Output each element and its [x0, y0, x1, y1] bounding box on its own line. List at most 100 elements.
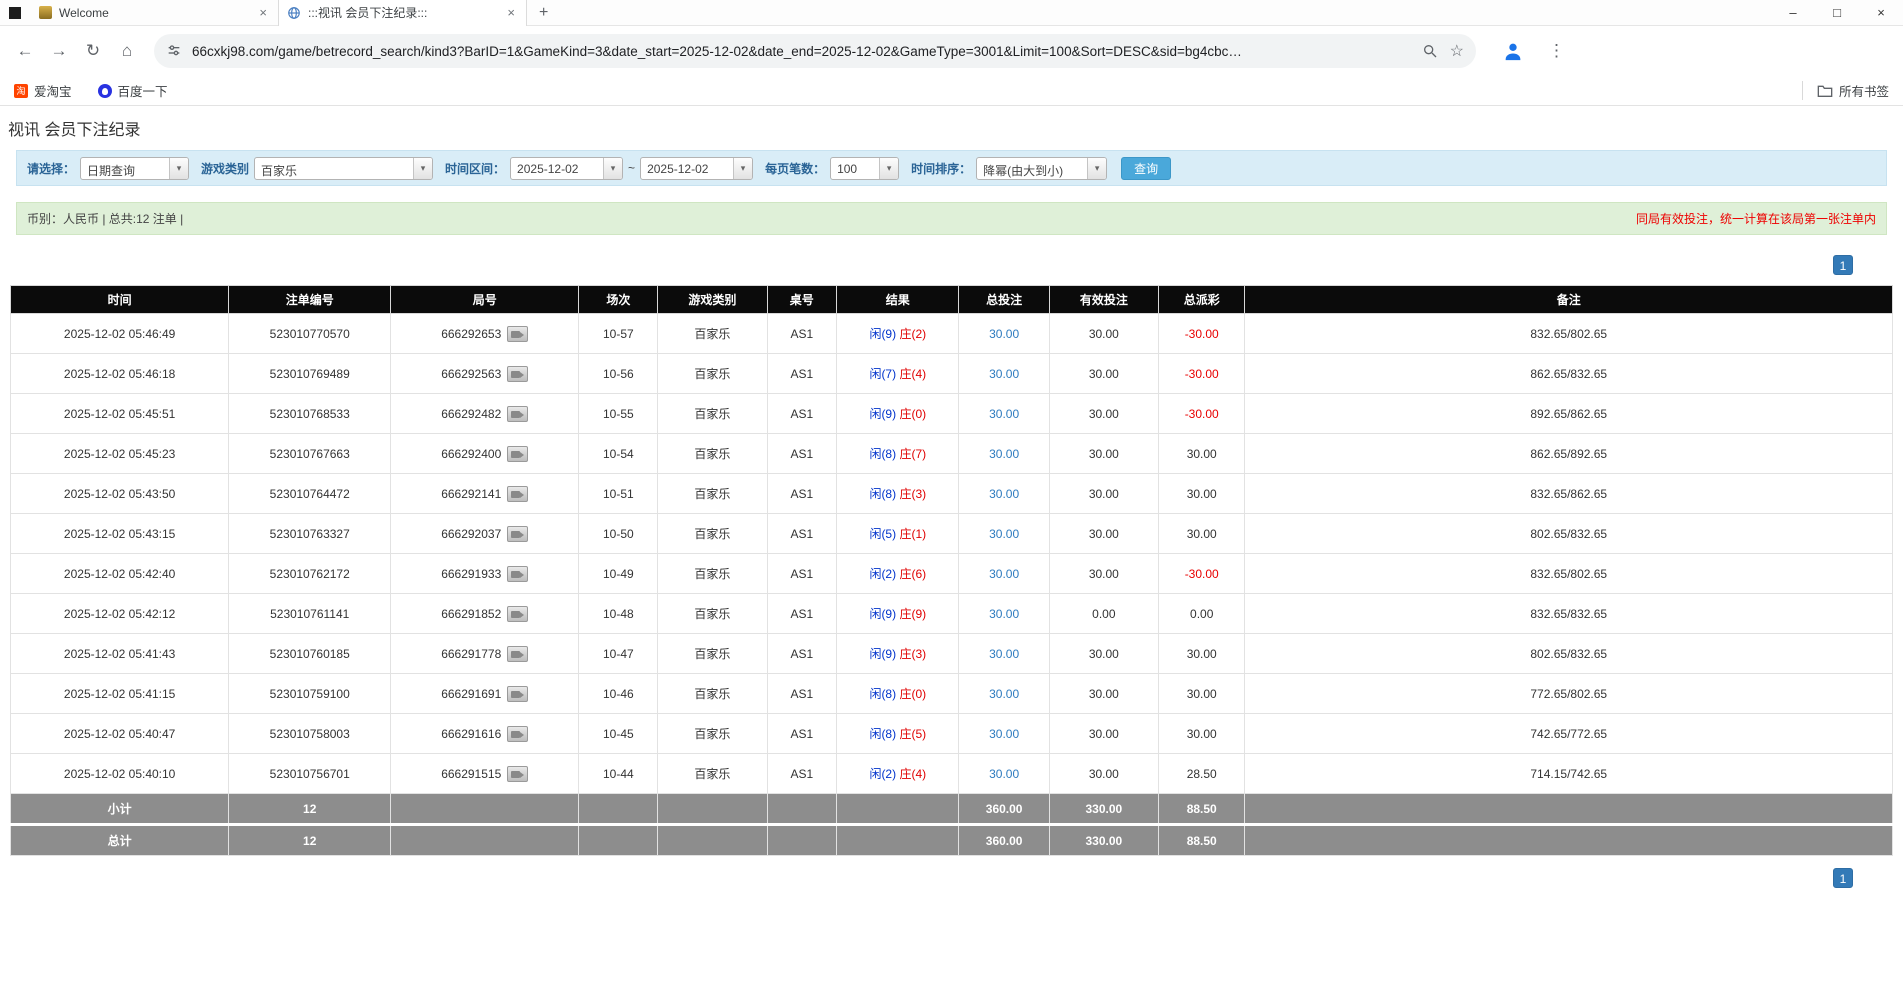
globe-favicon: [287, 6, 301, 20]
tab-close-icon[interactable]: ×: [504, 5, 518, 20]
summary-total-bet: 360.00: [959, 825, 1049, 856]
cell-game-type: 百家乐: [658, 394, 767, 434]
cell-round-id: 666292400: [391, 434, 579, 474]
result-player: 闲(8): [869, 687, 896, 701]
cell-note: 832.65/802.65: [1245, 314, 1893, 354]
total-bet-link[interactable]: 30.00: [989, 727, 1019, 741]
cell-bet-id: 523010761141: [229, 594, 391, 634]
cell-total-bet: 30.00: [959, 754, 1049, 794]
total-bet-link[interactable]: 30.00: [989, 527, 1019, 541]
date-start-input[interactable]: 2025-12-02 ▾: [510, 157, 623, 180]
summary-payout: 88.50: [1158, 794, 1245, 825]
query-type-select[interactable]: 日期查询 ▾: [80, 157, 189, 180]
round-number: 666291933: [441, 567, 501, 581]
page-1-button[interactable]: 1: [1833, 255, 1853, 275]
cell-result: 闲(9) 庄(9): [837, 594, 959, 634]
home-icon[interactable]: ⌂: [112, 36, 142, 66]
chevron-down-icon[interactable]: ▾: [1087, 158, 1106, 179]
total-bet-link[interactable]: 30.00: [989, 687, 1019, 701]
chevron-down-icon[interactable]: ▾: [879, 158, 898, 179]
video-replay-icon[interactable]: [507, 526, 528, 542]
result-player: 闲(9): [869, 327, 896, 341]
tab-bet-records[interactable]: :::视讯 会员下注纪录::: ×: [279, 0, 527, 26]
cell-round-id: 666292563: [391, 354, 579, 394]
video-replay-icon[interactable]: [507, 606, 528, 622]
column-header: 总派彩: [1158, 286, 1245, 314]
forward-icon[interactable]: →: [44, 36, 74, 66]
round-number: 666291778: [441, 647, 501, 661]
video-replay-icon[interactable]: [507, 566, 528, 582]
cell-valid-bet: 30.00: [1049, 514, 1158, 554]
bookmark-baidu[interactable]: 百度一下: [98, 81, 168, 100]
back-icon[interactable]: ←: [10, 36, 40, 66]
round-number: 666291691: [441, 687, 501, 701]
chevron-down-icon[interactable]: ▾: [733, 158, 752, 179]
reload-icon[interactable]: ↻: [78, 36, 108, 66]
total-bet-link[interactable]: 30.00: [989, 487, 1019, 501]
site-info-icon[interactable]: [166, 43, 182, 59]
cell-result: 闲(7) 庄(4): [837, 354, 959, 394]
summary-count: 12: [229, 825, 391, 856]
video-replay-icon[interactable]: [507, 406, 528, 422]
total-bet-link[interactable]: 30.00: [989, 447, 1019, 461]
close-button[interactable]: ×: [1859, 0, 1903, 26]
total-bet-link[interactable]: 30.00: [989, 407, 1019, 421]
cell-total-bet: 30.00: [959, 434, 1049, 474]
table-row: 2025-12-02 05:41:15523010759100666291691…: [11, 674, 1893, 714]
cell-result: 闲(2) 庄(6): [837, 554, 959, 594]
video-replay-icon[interactable]: [507, 446, 528, 462]
query-type-value: 日期查询: [81, 158, 169, 179]
search-button[interactable]: 查询: [1121, 157, 1171, 180]
profile-avatar-icon[interactable]: [1502, 40, 1524, 62]
cell-round-id: 666291933: [391, 554, 579, 594]
browser-menu-icon[interactable]: ⋮: [1542, 41, 1571, 61]
url-text[interactable]: 66cxkj98.com/game/betrecord_search/kind3…: [192, 44, 1410, 59]
tab-close-icon[interactable]: ×: [256, 5, 270, 20]
video-replay-icon[interactable]: [507, 766, 528, 782]
summary-count: 12: [229, 794, 391, 825]
round-number: 666292037: [441, 527, 501, 541]
date-end-input[interactable]: 2025-12-02 ▾: [640, 157, 753, 180]
total-bet-link[interactable]: 30.00: [989, 367, 1019, 381]
result-banker: 庄(3): [899, 647, 926, 661]
bookmark-taobao[interactable]: 淘 爱淘宝: [14, 81, 72, 100]
bookmark-star-icon[interactable]: ☆: [1450, 41, 1464, 61]
video-replay-icon[interactable]: [507, 726, 528, 742]
cell-table-id: AS1: [767, 714, 837, 754]
cell-valid-bet: 30.00: [1049, 674, 1158, 714]
chevron-down-icon[interactable]: ▾: [603, 158, 622, 179]
cell-payout: -30.00: [1158, 554, 1245, 594]
per-page-select[interactable]: 100 ▾: [830, 157, 899, 180]
total-bet-link[interactable]: 30.00: [989, 567, 1019, 581]
cell-note: 714.15/742.65: [1245, 754, 1893, 794]
cell-table-id: AS1: [767, 634, 837, 674]
video-replay-icon[interactable]: [507, 326, 528, 342]
new-tab-button[interactable]: +: [527, 4, 560, 22]
video-replay-icon[interactable]: [507, 486, 528, 502]
sort-order-select[interactable]: 降幂(由大到小) ▾: [976, 157, 1107, 180]
maximize-button[interactable]: □: [1815, 0, 1859, 26]
game-type-select[interactable]: 百家乐 ▾: [254, 157, 433, 180]
page-1-button[interactable]: 1: [1833, 868, 1853, 888]
video-replay-icon[interactable]: [507, 366, 528, 382]
total-bet-link[interactable]: 30.00: [989, 327, 1019, 341]
tab-welcome[interactable]: Welcome ×: [31, 0, 279, 26]
total-bet-link[interactable]: 30.00: [989, 647, 1019, 661]
cell-payout: -30.00: [1158, 314, 1245, 354]
cell-valid-bet: 0.00: [1049, 594, 1158, 634]
cell-session: 10-55: [579, 394, 658, 434]
chevron-down-icon[interactable]: ▾: [413, 158, 432, 179]
video-replay-icon[interactable]: [507, 646, 528, 662]
all-bookmarks-button[interactable]: 所有书签: [1802, 81, 1889, 100]
minimize-button[interactable]: –: [1771, 0, 1815, 26]
total-bet-link[interactable]: 30.00: [989, 767, 1019, 781]
url-bar[interactable]: 66cxkj98.com/game/betrecord_search/kind3…: [154, 34, 1476, 68]
cell-round-id: 666292653: [391, 314, 579, 354]
total-bet-link[interactable]: 30.00: [989, 607, 1019, 621]
video-replay-icon[interactable]: [507, 686, 528, 702]
zoom-icon[interactable]: [1422, 43, 1438, 59]
filter-label-query-type: 请选择：: [27, 160, 75, 177]
cell-payout: 30.00: [1158, 674, 1245, 714]
round-number: 666291515: [441, 767, 501, 781]
chevron-down-icon[interactable]: ▾: [169, 158, 188, 179]
